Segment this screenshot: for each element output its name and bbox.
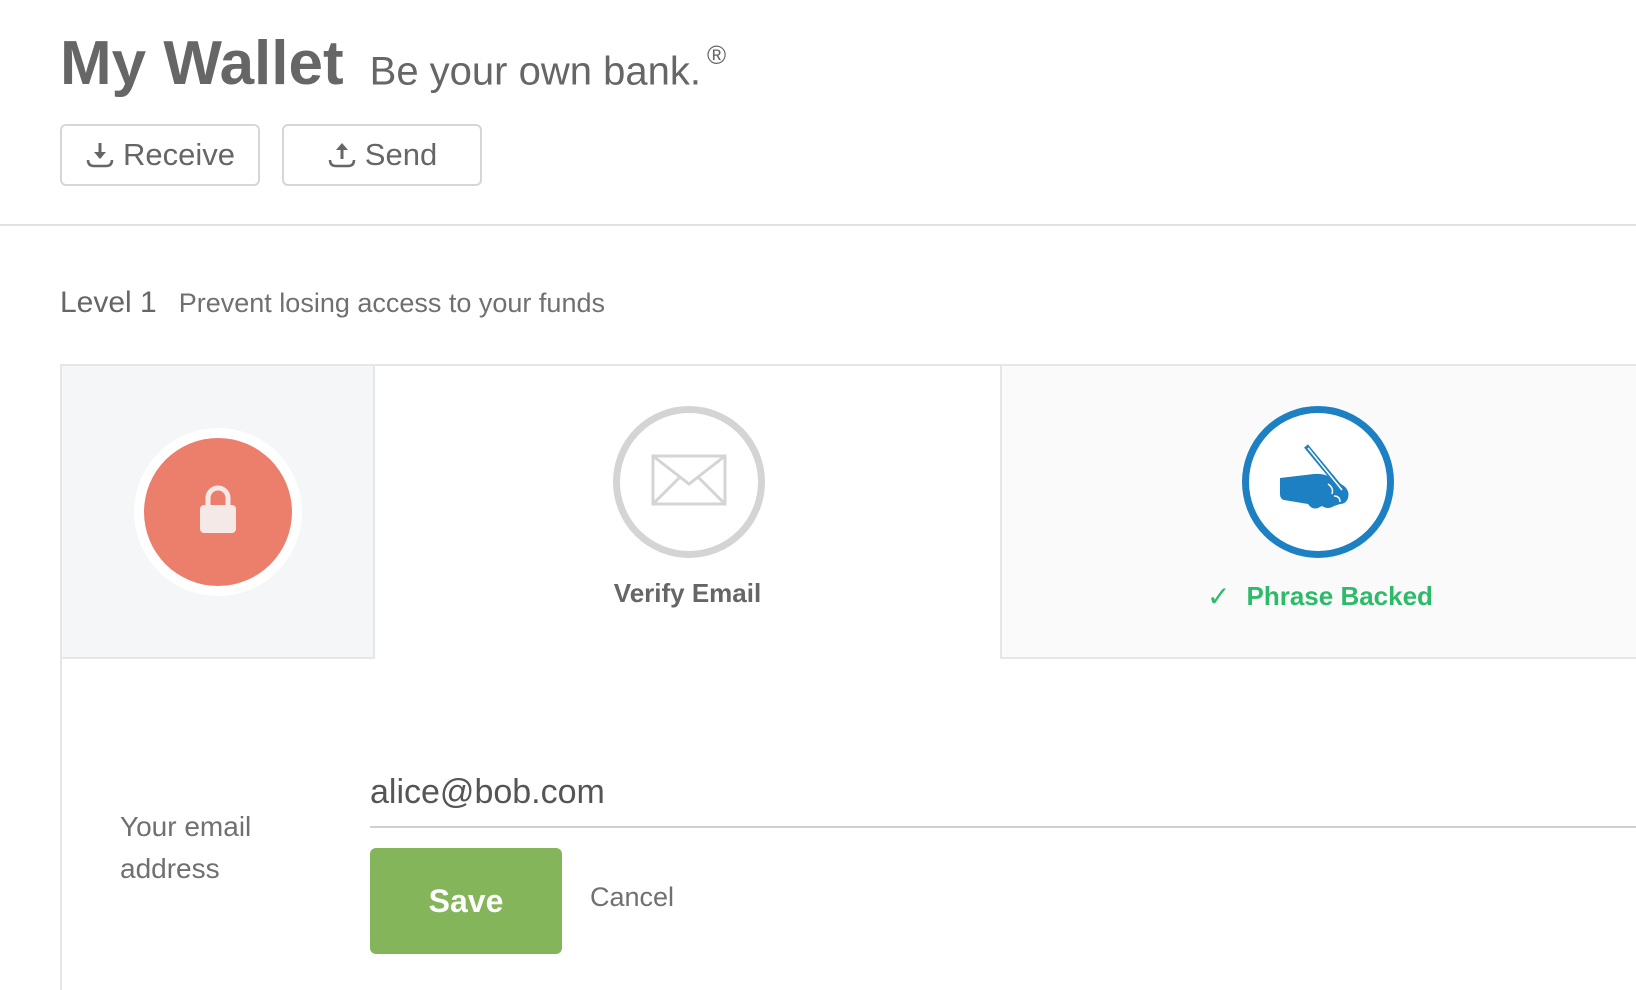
phrase-backed-badge — [1242, 406, 1394, 558]
check-icon: ✓ — [1207, 581, 1231, 612]
registered-mark: ® — [706, 39, 727, 70]
receive-button[interactable]: Receive — [60, 124, 260, 186]
save-button[interactable]: Save — [370, 848, 562, 954]
phrase-backed-label: Phrase Backed — [1246, 581, 1433, 611]
upload-icon — [327, 140, 357, 170]
envelope-icon — [651, 454, 727, 511]
level-heading: Level 1 Prevent losing access to your fu… — [60, 286, 605, 320]
send-label: Send — [364, 137, 438, 172]
level-label: Level 1 — [60, 286, 157, 319]
security-panel: Verify Email ✓ Phrase Backed — [60, 364, 1636, 990]
tab-verify-email[interactable]: Verify Email — [375, 366, 1000, 659]
page-tagline: Be your own bank. ® — [369, 40, 726, 94]
receive-label: Receive — [123, 137, 235, 172]
lock-circle — [144, 438, 292, 586]
verify-email-badge — [613, 406, 765, 558]
level-description: Prevent losing access to your funds — [178, 288, 605, 318]
lock-badge — [134, 428, 302, 596]
lock-icon — [198, 484, 238, 541]
send-button[interactable]: Send — [282, 124, 482, 186]
cancel-button[interactable]: Cancel — [590, 882, 674, 913]
page-header: My Wallet Be your own bank. ® Receive Se… — [0, 0, 1636, 226]
tab-phrase-backed[interactable]: ✓ Phrase Backed — [1000, 366, 1636, 659]
phrase-backed-status: ✓ Phrase Backed — [1002, 580, 1636, 613]
verify-email-label: Verify Email — [613, 578, 762, 608]
title-row: My Wallet Be your own bank. ® — [60, 28, 726, 99]
download-icon — [85, 140, 115, 170]
action-buttons: Receive Send — [60, 124, 482, 186]
tagline-text: Be your own bank. — [369, 49, 701, 93]
writing-hand-icon — [1278, 443, 1358, 521]
email-field[interactable] — [370, 758, 1636, 828]
tab-lock — [62, 366, 375, 659]
email-field-label: Your email address — [120, 811, 252, 884]
page-title: My Wallet — [60, 29, 344, 98]
